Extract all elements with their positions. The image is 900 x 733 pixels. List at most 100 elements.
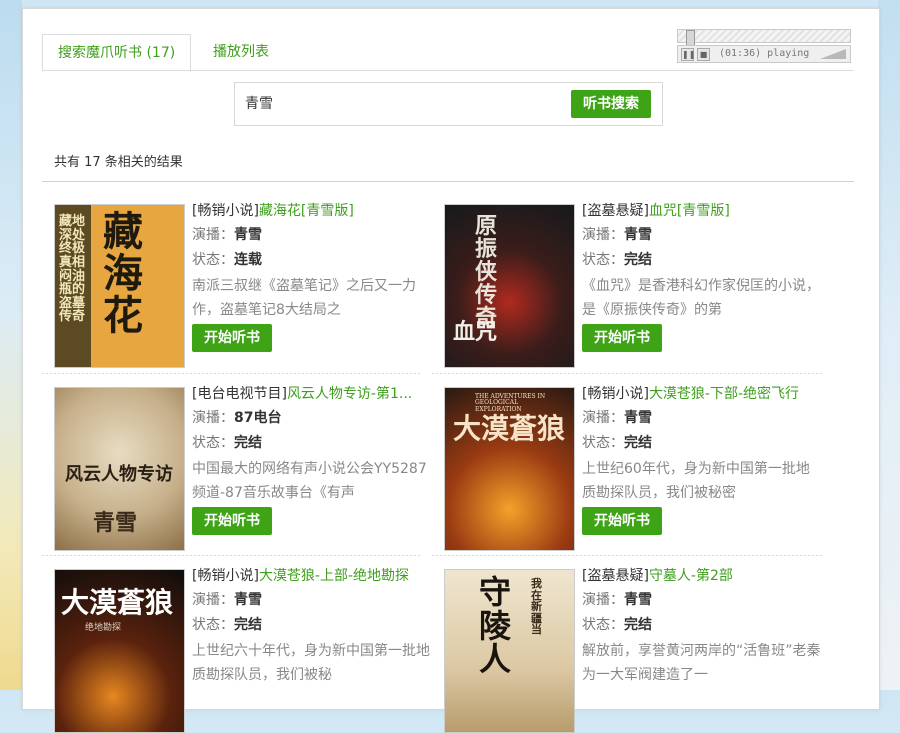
start-listening-button[interactable]: 开始听书 — [192, 324, 272, 352]
result-name[interactable]: 血咒[青雪版] — [649, 203, 730, 219]
tab-underline — [42, 70, 854, 71]
narrator-label: 演播： — [582, 410, 624, 426]
cover-title: 原振侠传奇 — [475, 213, 498, 332]
status-row: 状态：完结 — [192, 614, 432, 637]
search-input[interactable] — [245, 92, 545, 114]
result-info: [盗墓悬疑]守墓人-第2部 演播：青雪 状态：完结 解放前，享誉黄河两岸的“活鲁… — [582, 565, 822, 687]
result-name[interactable]: 守墓人-第2部 — [649, 568, 733, 584]
status-row: 状态：完结 — [192, 432, 432, 455]
result-category: [盗墓悬疑] — [582, 203, 649, 219]
background-left — [0, 0, 22, 690]
result-name[interactable]: 风云人物专访-第1... — [287, 386, 412, 402]
result-description: 上世纪六十年代，身为新中国第一批地质勘探队员，我们被秘 — [192, 643, 430, 683]
cover-subtitle: 绝地勘探 — [85, 623, 122, 633]
result-count: 共有 17 条相关的结果 — [54, 155, 183, 170]
narrator-value: 青雪 — [624, 592, 652, 608]
book-cover[interactable]: 原振侠传奇 血咒 — [444, 204, 575, 368]
tab-search-results[interactable]: 搜索魔爪听书 (17) — [42, 34, 192, 72]
book-cover[interactable]: 守陵人 我在新疆当 — [444, 569, 575, 733]
result-description: 《血咒》是香港科幻作家倪匡的小说，是《原振侠传奇》的第 — [582, 278, 820, 318]
start-listening-button[interactable]: 开始听书 — [582, 507, 662, 535]
result-category: [盗墓悬疑] — [582, 568, 649, 584]
result-category: [畅销小说] — [192, 203, 259, 219]
result-category: [畅销小说] — [582, 386, 649, 402]
cover-subtitle: 血咒 — [453, 319, 498, 345]
result-item: 风云人物专访 青雪 [电台电视节目]风云人物专访-第1... 演播：87电台 状… — [42, 373, 427, 551]
stop-icon[interactable]: ■ — [697, 48, 710, 61]
result-category: [畅销小说] — [192, 568, 259, 584]
result-item: 大漠蒼狼 绝地勘探 [畅销小说]大漠苍狼-上部-绝地勘探 演播：青雪 状态：完结… — [42, 555, 430, 733]
status-value: 完结 — [624, 435, 652, 451]
book-cover[interactable]: 藏海花 藏地深处终极真相 闷油瓶的盗墓传奇 — [54, 204, 185, 368]
book-cover[interactable]: 大漠蒼狼 绝地勘探 — [54, 569, 185, 733]
narrator-label: 演播： — [192, 227, 234, 243]
audio-player: ❚❚ ■ (01:36) playing — [677, 27, 851, 65]
start-listening-button[interactable]: 开始听书 — [192, 507, 272, 535]
narrator-row: 演播：青雪 — [192, 224, 432, 247]
result-title[interactable]: [畅销小说]大漠苍狼-下部-绝密飞行 — [582, 383, 822, 405]
tab-playlist[interactable]: 播放列表 — [198, 34, 284, 70]
book-cover[interactable]: 风云人物专访 青雪 — [54, 387, 185, 551]
narrator-row: 演播：青雪 — [192, 589, 432, 612]
result-title[interactable]: [盗墓悬疑]守墓人-第2部 — [582, 565, 822, 587]
narrator-row: 演播：青雪 — [582, 407, 822, 430]
cover-title: 守陵人 — [479, 573, 512, 679]
result-info: [电台电视节目]风云人物专访-第1... 演播：87电台 状态：完结 中国最大的… — [192, 383, 432, 505]
result-info: [畅销小说]藏海花[青雪版] 演播：青雪 状态：连载 南派三叔继《盗墓笔记》之后… — [192, 200, 432, 322]
status-label: 状态： — [192, 617, 234, 633]
result-description: 中国最大的网络有声小说公会YY5287频道-87音乐故事台《有声 — [192, 461, 427, 501]
narrator-value: 87电台 — [234, 410, 282, 426]
result-description: 上世纪60年代，身为新中国第一批地质勘探队员，我们被秘密 — [582, 461, 810, 501]
status-label: 状态： — [192, 435, 234, 451]
narrator-value: 青雪 — [234, 227, 262, 243]
player-status: (01:36) playing — [719, 48, 810, 59]
result-name[interactable]: 大漠苍狼-下部-绝密飞行 — [649, 386, 799, 402]
results-divider — [42, 181, 854, 182]
result-item: 藏海花 藏地深处终极真相 闷油瓶的盗墓传奇 [畅销小说]藏海花[青雪版] 演播：… — [42, 190, 422, 368]
result-info: [畅销小说]大漠苍狼-下部-绝密飞行 演播：青雪 状态：完结 上世纪60年代，身… — [582, 383, 822, 505]
narrator-row: 演播：87电台 — [192, 407, 432, 430]
narrator-label: 演播： — [192, 410, 234, 426]
volume-icon[interactable] — [820, 49, 846, 59]
result-item: 大漠蒼狼 THE ADVENTURES IN GEOLOGICAL EXPLOR… — [432, 373, 812, 551]
narrator-label: 演播： — [582, 592, 624, 608]
result-item: 原振侠传奇 血咒 [盗墓悬疑]血咒[青雪版] 演播：青雪 状态：完结 《血咒》是… — [432, 190, 820, 368]
narrator-label: 演播： — [582, 227, 624, 243]
start-listening-button[interactable]: 开始听书 — [582, 324, 662, 352]
status-value: 完结 — [234, 435, 262, 451]
seek-bar[interactable] — [677, 29, 851, 47]
status-label: 状态： — [582, 617, 624, 633]
cover-title: 藏海花 — [103, 208, 143, 339]
status-row: 状态：完结 — [582, 614, 822, 637]
narrator-value: 青雪 — [234, 592, 262, 608]
cover-title: 大漠蒼狼 — [61, 586, 174, 619]
narrator-label: 演播： — [192, 592, 234, 608]
status-label: 状态： — [582, 252, 624, 268]
book-cover[interactable]: 大漠蒼狼 THE ADVENTURES IN GEOLOGICAL EXPLOR… — [444, 387, 575, 551]
player-controls: ❚❚ ■ (01:36) playing — [677, 45, 851, 63]
result-title[interactable]: [畅销小说]藏海花[青雪版] — [192, 200, 432, 222]
status-row: 状态：连载 — [192, 249, 432, 272]
result-title[interactable]: [盗墓悬疑]血咒[青雪版] — [582, 200, 822, 222]
narrator-value: 青雪 — [624, 227, 652, 243]
status-row: 状态：完结 — [582, 432, 822, 455]
result-title[interactable]: [电台电视节目]风云人物专访-第1... — [192, 383, 432, 405]
search-button[interactable]: 听书搜索 — [571, 90, 651, 118]
main-panel: 搜索魔爪听书 (17) 播放列表 ❚❚ ■ (01:36) playing 听书… — [22, 8, 880, 733]
narrator-value: 青雪 — [624, 410, 652, 426]
pause-icon[interactable]: ❚❚ — [681, 48, 695, 61]
cover-subtitle: 藏地深处终极真相 闷油瓶的盗墓传奇 — [59, 214, 86, 325]
result-name[interactable]: 藏海花[青雪版] — [259, 203, 354, 219]
status-value: 完结 — [624, 252, 652, 268]
result-info: [盗墓悬疑]血咒[青雪版] 演播：青雪 状态：完结 《血咒》是香港科幻作家倪匡的… — [582, 200, 822, 322]
result-description: 南派三叔继《盗墓笔记》之后又一力作，盗墓笔记8大结局之 — [192, 278, 416, 318]
result-info: [畅销小说]大漠苍狼-上部-绝地勘探 演播：青雪 状态：完结 上世纪六十年代，身… — [192, 565, 432, 687]
result-description: 解放前，享誉黄河两岸的“活鲁班”老秦为一大军阀建造了一 — [582, 643, 821, 683]
cover-subtitle: 青雪 — [93, 510, 138, 536]
status-value: 完结 — [624, 617, 652, 633]
status-label: 状态： — [192, 252, 234, 268]
result-name[interactable]: 大漠苍狼-上部-绝地勘探 — [259, 568, 409, 584]
result-title[interactable]: [畅销小说]大漠苍狼-上部-绝地勘探 — [192, 565, 432, 587]
cover-title: 大漠蒼狼 — [453, 412, 566, 445]
result-category: [电台电视节目] — [192, 386, 287, 402]
